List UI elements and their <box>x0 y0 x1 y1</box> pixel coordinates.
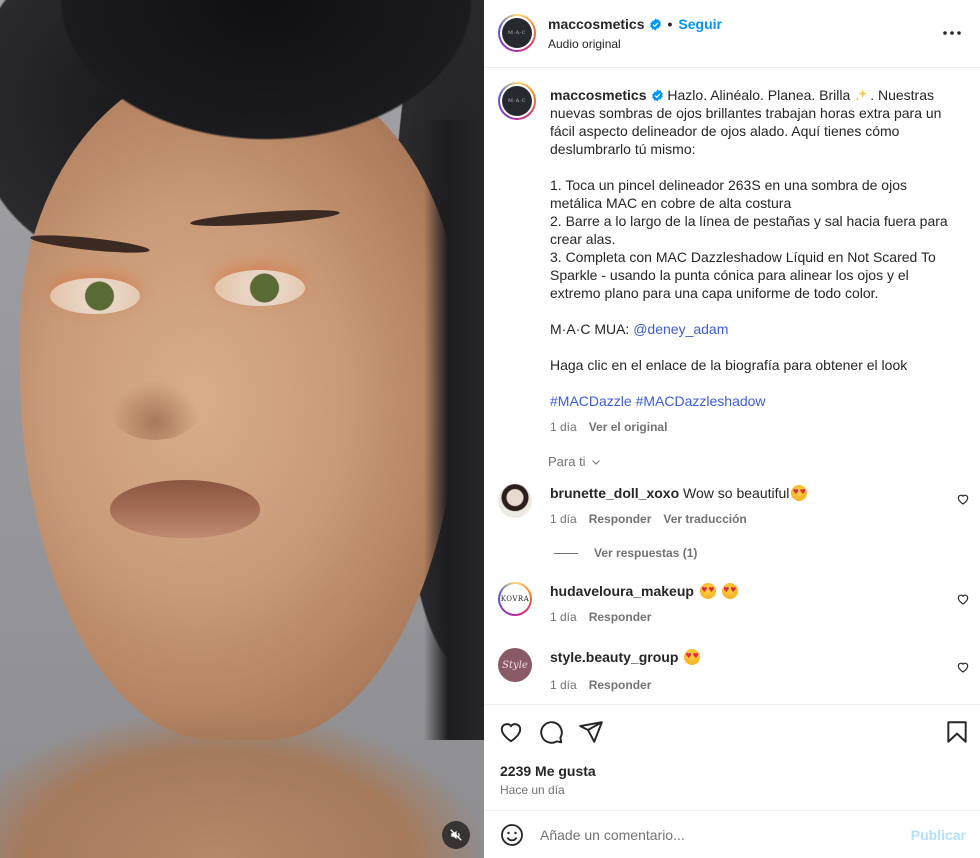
media-lips <box>110 480 260 538</box>
emoji-picker-icon[interactable] <box>500 823 524 847</box>
reply-button[interactable]: Responder <box>589 678 652 692</box>
comment-composer: Publicar <box>484 810 980 858</box>
share-send-icon[interactable] <box>578 719 604 745</box>
chevron-down-icon <box>591 459 600 465</box>
post-timestamp: Hace un día <box>500 783 565 797</box>
heart-eyes-emoji-icon <box>684 649 701 665</box>
commenter-avatar-logo: KOVRA <box>500 584 530 614</box>
caption-meta: 1 día Ver el original <box>550 418 962 436</box>
like-comment-heart-icon[interactable] <box>956 492 970 506</box>
more-options-button[interactable] <box>940 23 964 43</box>
comment-body: brunette_doll_xoxo Wow so beautiful <box>550 484 808 502</box>
heart-eyes-emoji-icon <box>699 583 716 599</box>
reply-button[interactable]: Responder <box>589 610 652 624</box>
caption-cta: Haga clic en el enlace de la biografía p… <box>550 357 908 373</box>
comment-meta: 1 día Responder Ver traducción <box>550 512 747 526</box>
audio-original-link[interactable]: Audio original <box>548 37 621 51</box>
caption-step-2: 2. Barre a lo largo de la línea de pesta… <box>550 213 948 247</box>
media-hair-side <box>424 120 484 740</box>
like-heart-icon[interactable] <box>498 719 524 745</box>
comment-bubble-icon[interactable] <box>538 719 564 745</box>
publish-button[interactable]: Publicar <box>911 827 966 843</box>
header-user-row: maccosmetics • Seguir <box>548 16 722 32</box>
commenter-avatar[interactable] <box>498 484 532 518</box>
view-replies-label: Ver respuestas (1) <box>594 546 698 560</box>
comment-time: 1 día <box>550 678 577 692</box>
commenter-username[interactable]: hudaveloura_makeup <box>550 583 694 599</box>
post-actions: 2239 Me gusta Hace un día <box>484 704 980 810</box>
media-eye-right <box>215 270 305 306</box>
mute-button[interactable] <box>442 821 470 849</box>
heart-eyes-emoji-icon <box>721 583 738 599</box>
caption-avatar-logo: M·A·C <box>502 86 532 116</box>
comments-scroll-area[interactable]: M·A·C maccosmetics Hazlo. Alinéalo. Plan… <box>484 68 980 704</box>
comment-text: Wow so beautiful <box>683 485 790 501</box>
heart-eyes-emoji-icon <box>791 485 808 501</box>
hashtag-link-macdazzle[interactable]: #MACDazzle <box>550 393 632 409</box>
like-comment-heart-icon[interactable] <box>956 660 970 674</box>
media-hair <box>0 0 484 230</box>
post-media[interactable] <box>0 0 484 858</box>
comment-filter-label: Para ti <box>548 454 586 469</box>
caption-time: 1 día <box>550 420 577 434</box>
hashtag-link-macdazzleshadow[interactable]: #MACDazzleshadow <box>636 393 766 409</box>
post-caption: maccosmetics Hazlo. Alinéalo. Planea. Br… <box>550 86 962 436</box>
verified-badge-icon <box>651 89 663 102</box>
commenter-username[interactable]: brunette_doll_xoxo <box>550 485 679 501</box>
media-nose <box>110 380 200 440</box>
media-neck <box>0 620 484 858</box>
caption-author-avatar[interactable]: M·A·C <box>498 82 536 120</box>
author-avatar-logo: M·A·C <box>502 18 532 48</box>
replies-line <box>554 552 578 554</box>
post-header: M·A·C maccosmetics • Seguir Audio origin… <box>484 0 980 68</box>
media-eye-left <box>50 278 140 314</box>
comment-filter-dropdown[interactable]: Para ti <box>548 454 602 469</box>
caption-step-1: 1. Toca un pincel delineador 263S en una… <box>550 177 907 211</box>
comment-time: 1 día <box>550 512 577 526</box>
like-comment-heart-icon[interactable] <box>956 592 970 606</box>
comment-meta: 1 día Responder <box>550 678 651 692</box>
caption-mua-label: M·A·C MUA: <box>550 321 634 337</box>
post-panel: M·A·C maccosmetics • Seguir Audio origin… <box>484 0 980 858</box>
follow-button[interactable]: Seguir <box>678 16 722 32</box>
caption-intro: Hazlo. Alinéalo. Planea. Brilla <box>667 87 851 103</box>
comment-body: style.beauty_group <box>550 648 701 666</box>
comment-input[interactable] <box>540 825 900 845</box>
likes-count[interactable]: 2239 Me gusta <box>500 763 596 779</box>
caption-step-3: 3. Completa con MAC Dazzleshadow Líquid … <box>550 249 936 301</box>
caption-username[interactable]: maccosmetics <box>550 87 647 103</box>
see-original-button[interactable]: Ver el original <box>589 418 668 436</box>
author-username[interactable]: maccosmetics <box>548 16 645 32</box>
save-bookmark-icon[interactable] <box>944 719 970 745</box>
see-translation-button[interactable]: Ver traducción <box>663 512 746 526</box>
comment-meta: 1 día Responder <box>550 610 651 624</box>
view-replies-button[interactable]: Ver respuestas (1) <box>554 546 697 560</box>
mua-mention-link[interactable]: @deney_adam <box>633 321 728 337</box>
sparkles-emoji-icon <box>855 89 868 101</box>
commenter-avatar[interactable]: KOVRA <box>498 582 532 616</box>
comment-body: hudaveloura_makeup <box>550 582 738 600</box>
separator-dot: • <box>667 16 673 32</box>
verified-badge-icon <box>649 18 661 30</box>
commenter-username[interactable]: style.beauty_group <box>550 649 678 665</box>
comment-time: 1 día <box>550 610 577 624</box>
more-horizontal-icon <box>943 31 961 35</box>
speaker-muted-icon <box>450 829 462 841</box>
commenter-avatar[interactable]: Style <box>498 648 532 682</box>
reply-button[interactable]: Responder <box>589 512 652 526</box>
author-avatar[interactable]: M·A·C <box>498 14 536 52</box>
